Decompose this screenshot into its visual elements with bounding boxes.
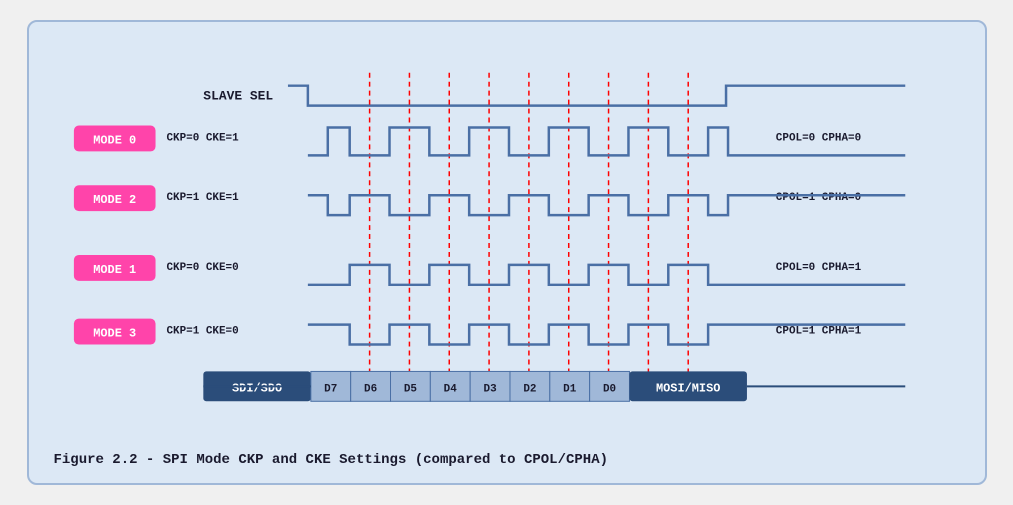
d3-label: D3	[483, 383, 497, 395]
mode0-ckp-cke: CKP=0 CKE=1	[166, 132, 239, 144]
diagram-container: SLAVE SEL MODE 0 CKP=0 CKE=1 CPOL=0 CPHA…	[27, 20, 987, 485]
diagram-area: SLAVE SEL MODE 0 CKP=0 CKE=1 CPOL=0 CPHA…	[49, 42, 965, 442]
d7-label: D7	[324, 383, 337, 395]
d5-label: D5	[403, 383, 416, 395]
mode3-label: MODE 3	[93, 327, 136, 341]
mode1-label: MODE 1	[93, 263, 136, 277]
d4-label: D4	[443, 383, 457, 395]
mode3-ckp-cke: CKP=1 CKE=0	[166, 326, 238, 338]
mode0-cpol-cpha: CPOL=0 CPHA=0	[775, 132, 860, 144]
mode1-cpol-cpha: CPOL=0 CPHA=1	[775, 262, 861, 274]
timing-svg: SLAVE SEL MODE 0 CKP=0 CKE=1 CPOL=0 CPHA…	[49, 42, 965, 442]
mode2-label: MODE 2	[93, 193, 136, 207]
d1-label: D1	[563, 383, 577, 395]
mode2-ckp-cke: CKP=1 CKE=1	[166, 192, 239, 204]
figure-caption: Figure 2.2 - SPI Mode CKP and CKE Settin…	[49, 452, 965, 468]
slave-sel-label: SLAVE SEL	[203, 89, 273, 104]
mosi-miso-label: MOSI/MISO	[655, 381, 719, 395]
mode3-cpol-cpha: CPOL=1 CPHA=1	[775, 326, 861, 338]
mode0-label: MODE 0	[93, 133, 136, 147]
sdi-sdo-label: SDI/SDO	[232, 381, 282, 395]
d6-label: D6	[364, 383, 377, 395]
d0-label: D0	[602, 383, 615, 395]
d2-label: D2	[523, 383, 536, 395]
mode1-ckp-cke: CKP=0 CKE=0	[166, 262, 238, 274]
